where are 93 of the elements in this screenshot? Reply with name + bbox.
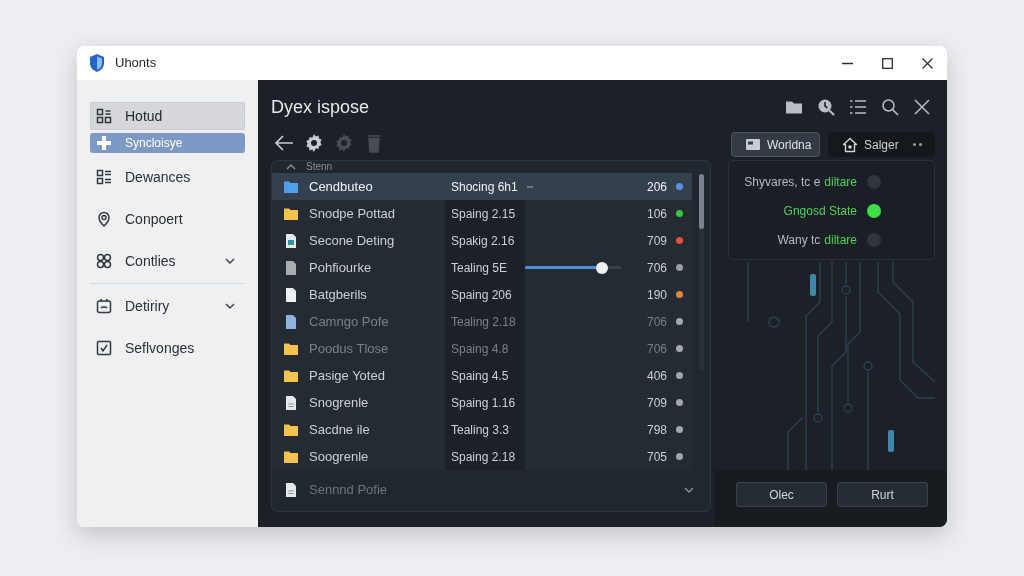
file-size: 706 bbox=[646, 313, 667, 331]
file-name: Secone Deting bbox=[309, 231, 396, 250]
detail-cell: Spakig 2.16 bbox=[445, 227, 525, 254]
file-row[interactable]: Cendbuteo Shocing 6h1 206 bbox=[272, 173, 692, 200]
detail-cell: Spaing 2.18 bbox=[445, 443, 525, 470]
file-name: Pohfiourke bbox=[309, 258, 373, 277]
search-icon[interactable] bbox=[881, 98, 899, 116]
file-size: 798 bbox=[646, 421, 667, 439]
file-name: Soogrenle bbox=[309, 447, 370, 466]
close-icon[interactable] bbox=[913, 98, 931, 116]
file-size: 709 bbox=[646, 394, 667, 412]
checkbox-icon bbox=[96, 340, 112, 356]
status-label: Shyvares, tc e diltare bbox=[744, 173, 857, 191]
sidebar-item[interactable]: Contlies bbox=[90, 240, 245, 282]
file-row[interactable]: Pohfiourke Tealing 5E 706 bbox=[272, 254, 692, 281]
file-name: Batgberils bbox=[309, 285, 368, 304]
file-size: 706 bbox=[646, 340, 667, 358]
calendar-icon bbox=[96, 298, 112, 314]
house-icon bbox=[842, 136, 858, 153]
circles-icon bbox=[96, 253, 112, 269]
file-name: Camngo Pofe bbox=[309, 312, 390, 331]
chevron-down-icon bbox=[225, 258, 235, 264]
file-name: Snodpe Pottad bbox=[309, 204, 397, 223]
grid-icon bbox=[96, 108, 112, 124]
detail-cell: Tealing 3.3 bbox=[445, 416, 525, 443]
document-icon bbox=[283, 482, 299, 498]
list-grid-icon bbox=[96, 169, 112, 185]
pin-icon bbox=[96, 211, 112, 227]
close-icon[interactable] bbox=[921, 57, 933, 69]
page-title: Dyex ispose bbox=[271, 96, 370, 119]
slider-thumb[interactable] bbox=[595, 261, 608, 274]
detail-cell: Spaing 4.8 bbox=[445, 335, 525, 362]
back-arrow-icon[interactable] bbox=[274, 133, 294, 153]
file-row[interactable]: Poodus Tlose Spaing 4.8 706 bbox=[272, 335, 692, 362]
chevron-down-icon[interactable] bbox=[684, 487, 694, 493]
gear-icon[interactable] bbox=[304, 133, 324, 153]
file-name: Snogrenle bbox=[309, 393, 370, 412]
sidebar-item[interactable]: Hotud bbox=[90, 102, 245, 130]
file-size: 706 bbox=[646, 259, 667, 277]
sidebar-item[interactable]: Dewances bbox=[90, 156, 245, 198]
sidebar-item[interactable]: Conpoert bbox=[90, 198, 245, 240]
plus-icon bbox=[96, 135, 112, 151]
detail-cell: Tealing 5E bbox=[445, 254, 525, 281]
maximize-icon[interactable] bbox=[881, 57, 893, 69]
file-row[interactable]: Sacdne ile Tealing 3.3 798 bbox=[272, 416, 692, 443]
file-size: 406 bbox=[646, 367, 667, 385]
file-icon bbox=[283, 286, 299, 303]
list-icon[interactable] bbox=[849, 98, 867, 116]
file-row[interactable]: Secone Deting Spakig 2.16 709 bbox=[272, 227, 692, 254]
status-label: Gngosd State bbox=[783, 202, 857, 220]
file-name: Cendbuteo bbox=[309, 177, 374, 196]
file-size: 705 bbox=[646, 448, 667, 466]
file-row[interactable]: Snogrenle Spaing 1.16 709 bbox=[272, 389, 692, 416]
detail-cell: Spaing 2.15 bbox=[445, 200, 525, 227]
detail-cell: Tealing 2.18 bbox=[445, 308, 525, 335]
file-icon bbox=[283, 313, 299, 330]
file-row[interactable]: Soogrenle Spaing 2.18 705 bbox=[272, 443, 692, 470]
sidebar-item[interactable]: Seflvonges bbox=[90, 327, 245, 369]
detail-cell: Spaing 4.5 bbox=[445, 362, 525, 389]
shield-icon bbox=[88, 53, 106, 73]
window-icon bbox=[745, 136, 761, 153]
file-size: 206 bbox=[646, 178, 667, 196]
clock-search-icon[interactable] bbox=[817, 98, 835, 116]
status-label: Wany tc diltare bbox=[777, 231, 857, 249]
action-button[interactable]: Olec bbox=[736, 482, 827, 507]
file-name: Poodus Tlose bbox=[309, 339, 390, 358]
more-icon[interactable] bbox=[913, 143, 922, 146]
file-name: Sennnd Pofie bbox=[309, 481, 388, 500]
tab[interactable]: Salger bbox=[828, 132, 935, 157]
file-size: 709 bbox=[646, 232, 667, 250]
image-file-icon bbox=[283, 232, 299, 249]
file-row[interactable]: Pasige Yoted Spaing 4.5 406 bbox=[272, 362, 692, 389]
document-icon bbox=[283, 394, 299, 411]
file-row[interactable]: Camngo Pofe Tealing 2.18 706 bbox=[272, 308, 692, 335]
action-button[interactable]: Rurt bbox=[837, 482, 928, 507]
detail-cell: Spaing 1.16 bbox=[445, 389, 525, 416]
tab[interactable]: Worldna bbox=[731, 132, 820, 157]
file-row[interactable]: Snodpe Pottad Spaing 2.15 106 bbox=[272, 200, 692, 227]
scrollbar-thumb[interactable] bbox=[698, 174, 704, 229]
file-name: Pasige Yoted bbox=[309, 366, 386, 385]
file-row[interactable]: Batgberils Spaing 206 190 bbox=[272, 281, 692, 308]
chevron-up-icon bbox=[286, 164, 296, 170]
list-header: Stenn bbox=[306, 161, 333, 173]
detail-cell: Spaing 206 bbox=[445, 281, 525, 308]
file-size: 106 bbox=[646, 205, 667, 223]
scrollbar[interactable] bbox=[698, 174, 704, 370]
window-title: Uhonts bbox=[115, 54, 157, 73]
file-name: Sacdne ile bbox=[309, 420, 371, 439]
sidebar-item[interactable]: Detiriry bbox=[90, 285, 245, 327]
chevron-down-icon bbox=[225, 303, 235, 309]
file-icon bbox=[283, 259, 299, 276]
detail-cell-text: Shocing 6h1 bbox=[450, 178, 519, 196]
file-size: 190 bbox=[646, 286, 667, 304]
